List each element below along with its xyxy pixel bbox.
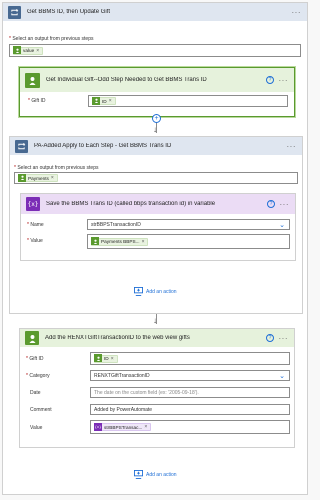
update-gift-id-input[interactable]: ID × bbox=[90, 352, 290, 365]
outer-value-token[interactable]: value × bbox=[13, 46, 44, 55]
variable-icon: {x} bbox=[94, 422, 102, 431]
get-gift-id-token-text: ID bbox=[102, 98, 107, 104]
update-comment-label: Comment bbox=[30, 407, 52, 413]
variable-value-input[interactable]: Payments BBPS... × bbox=[87, 234, 290, 249]
update-value-input[interactable]: {x} strBBPSTransac... × bbox=[90, 420, 290, 434]
get-gift-id-label: * Gift ID bbox=[28, 98, 46, 104]
inner-select-label: * Select an output from previous steps bbox=[14, 165, 99, 171]
outer-select-label: * Select an output from previous steps bbox=[9, 36, 94, 42]
help-icon[interactable]: ? bbox=[267, 200, 275, 208]
variable-name-label: * Name bbox=[27, 222, 44, 228]
chevron-down-icon[interactable]: ⌄ bbox=[279, 372, 285, 380]
inner-payments-token-text: Payments bbox=[28, 175, 49, 181]
get-gift-action-title: Get Individual Gift--Odd Step Needed to … bbox=[46, 77, 207, 83]
bbms-icon bbox=[94, 354, 102, 362]
update-value-token[interactable]: {x} strBBPSTransac... × bbox=[94, 422, 152, 431]
token-remove-icon[interactable]: × bbox=[109, 98, 112, 104]
update-date-input[interactable]: The date on the custom field (ex: '2005-… bbox=[90, 387, 290, 398]
variable-value-token-text: Payments BBPS... bbox=[101, 239, 140, 244]
outer-loop-card: Get BBMS ID, then Update Gift ··· * Sele… bbox=[2, 2, 308, 495]
outer-select-input[interactable]: value × bbox=[9, 44, 301, 57]
variable-name-select[interactable]: strBBPSTransactionID ⌄ bbox=[87, 219, 290, 230]
variable-value-token[interactable]: Payments BBPS... × bbox=[91, 237, 149, 246]
update-action-header[interactable]: Add the RENXTGiftTransactionID to the we… bbox=[20, 329, 294, 347]
variable-icon: {x} bbox=[26, 197, 40, 211]
bbms-icon bbox=[92, 96, 100, 105]
inner-add-action-label: Add an action bbox=[146, 288, 177, 295]
help-icon[interactable]: ? bbox=[266, 334, 274, 342]
update-category-label: * Category bbox=[26, 373, 50, 379]
inner-loop-header[interactable]: PA-Added Apply to Each Step - Get BBMS T… bbox=[10, 137, 302, 155]
update-value-token-text: strBBPSTransac... bbox=[104, 424, 143, 430]
token-remove-icon[interactable]: × bbox=[142, 239, 145, 245]
outer-loop-header[interactable]: Get BBMS ID, then Update Gift ··· bbox=[3, 3, 307, 21]
outer-loop-more-button[interactable]: ··· bbox=[292, 8, 302, 17]
update-category-select[interactable]: RENXTGiftTransactionID ⌄ bbox=[90, 370, 290, 381]
update-value-label: Value bbox=[30, 425, 43, 431]
get-gift-more-button[interactable]: ··· bbox=[279, 76, 289, 85]
inner-loop-title: PA-Added Apply to Each Step - Get BBMS T… bbox=[34, 143, 172, 149]
arrow-down-icon: ↓ bbox=[153, 316, 157, 325]
update-action-card: Add the RENXTGiftTransactionID to the we… bbox=[19, 328, 295, 448]
update-gift-id-token[interactable]: ID × bbox=[94, 354, 118, 363]
loop-icon bbox=[8, 5, 21, 19]
update-date-label: Date bbox=[30, 390, 41, 396]
outer-add-action-label: Add an action bbox=[146, 471, 177, 478]
update-action-title: Add the RENXTGiftTransactionID to the we… bbox=[45, 335, 190, 341]
chevron-down-icon[interactable]: ⌄ bbox=[279, 221, 285, 229]
outer-loop-title: Get BBMS ID, then Update Gift bbox=[27, 9, 111, 15]
inner-loop-more-button[interactable]: ··· bbox=[287, 142, 297, 151]
update-gift-id-token-text: ID bbox=[104, 356, 109, 361]
get-gift-id-input[interactable]: ID × bbox=[88, 95, 288, 107]
bbms-icon bbox=[18, 173, 26, 182]
update-category-value: RENXTGiftTransactionID bbox=[94, 372, 150, 379]
bbms-icon bbox=[91, 237, 99, 245]
loop-icon bbox=[15, 139, 28, 153]
variable-action-header[interactable]: {x} Save the BBMS Trans ID (called bbps … bbox=[21, 194, 295, 214]
variable-value-label: * Value bbox=[27, 238, 43, 244]
bbms-icon bbox=[25, 72, 40, 88]
arrow-down-icon: ↓ bbox=[153, 125, 157, 134]
update-comment-input[interactable]: Added by PowerAutomate bbox=[90, 404, 290, 415]
add-action-icon bbox=[134, 470, 143, 479]
get-gift-action-header[interactable]: Get Individual Gift--Odd Step Needed to … bbox=[20, 68, 294, 92]
inner-select-input[interactable]: Payments × bbox=[14, 172, 298, 184]
variable-more-button[interactable]: ··· bbox=[280, 200, 290, 209]
get-gift-action-card: Get Individual Gift--Odd Step Needed to … bbox=[19, 67, 295, 117]
variable-action-title: Save the BBMS Trans ID (called bbps tran… bbox=[46, 201, 216, 207]
insert-step-button[interactable]: + bbox=[152, 114, 161, 123]
update-more-button[interactable]: ··· bbox=[279, 334, 289, 343]
token-remove-icon[interactable]: × bbox=[111, 356, 114, 362]
update-comment-value: Added by PowerAutomate bbox=[94, 406, 153, 413]
outer-add-action-button[interactable]: Add an action bbox=[134, 470, 177, 479]
inner-loop-card: PA-Added Apply to Each Step - Get BBMS T… bbox=[9, 136, 303, 314]
variable-name-value: strBBPSTransactionID bbox=[91, 221, 141, 228]
variable-action-card: {x} Save the BBMS Trans ID (called bbps … bbox=[20, 193, 296, 261]
inner-payments-token[interactable]: Payments × bbox=[18, 173, 58, 182]
update-date-placeholder: The date on the custom field (ex: '2005-… bbox=[94, 389, 199, 396]
update-gift-id-label: * Gift ID bbox=[26, 356, 44, 362]
outer-value-token-text: value bbox=[23, 48, 35, 53]
add-action-icon bbox=[134, 287, 143, 296]
get-gift-id-token[interactable]: ID × bbox=[92, 96, 116, 105]
token-remove-icon[interactable]: × bbox=[36, 48, 39, 54]
bbms-icon bbox=[13, 46, 21, 54]
help-icon[interactable]: ? bbox=[266, 76, 274, 84]
token-remove-icon[interactable]: × bbox=[51, 175, 54, 181]
bbms-icon bbox=[25, 331, 39, 345]
inner-add-action-button[interactable]: Add an action bbox=[134, 287, 177, 296]
token-remove-icon[interactable]: × bbox=[144, 424, 147, 430]
